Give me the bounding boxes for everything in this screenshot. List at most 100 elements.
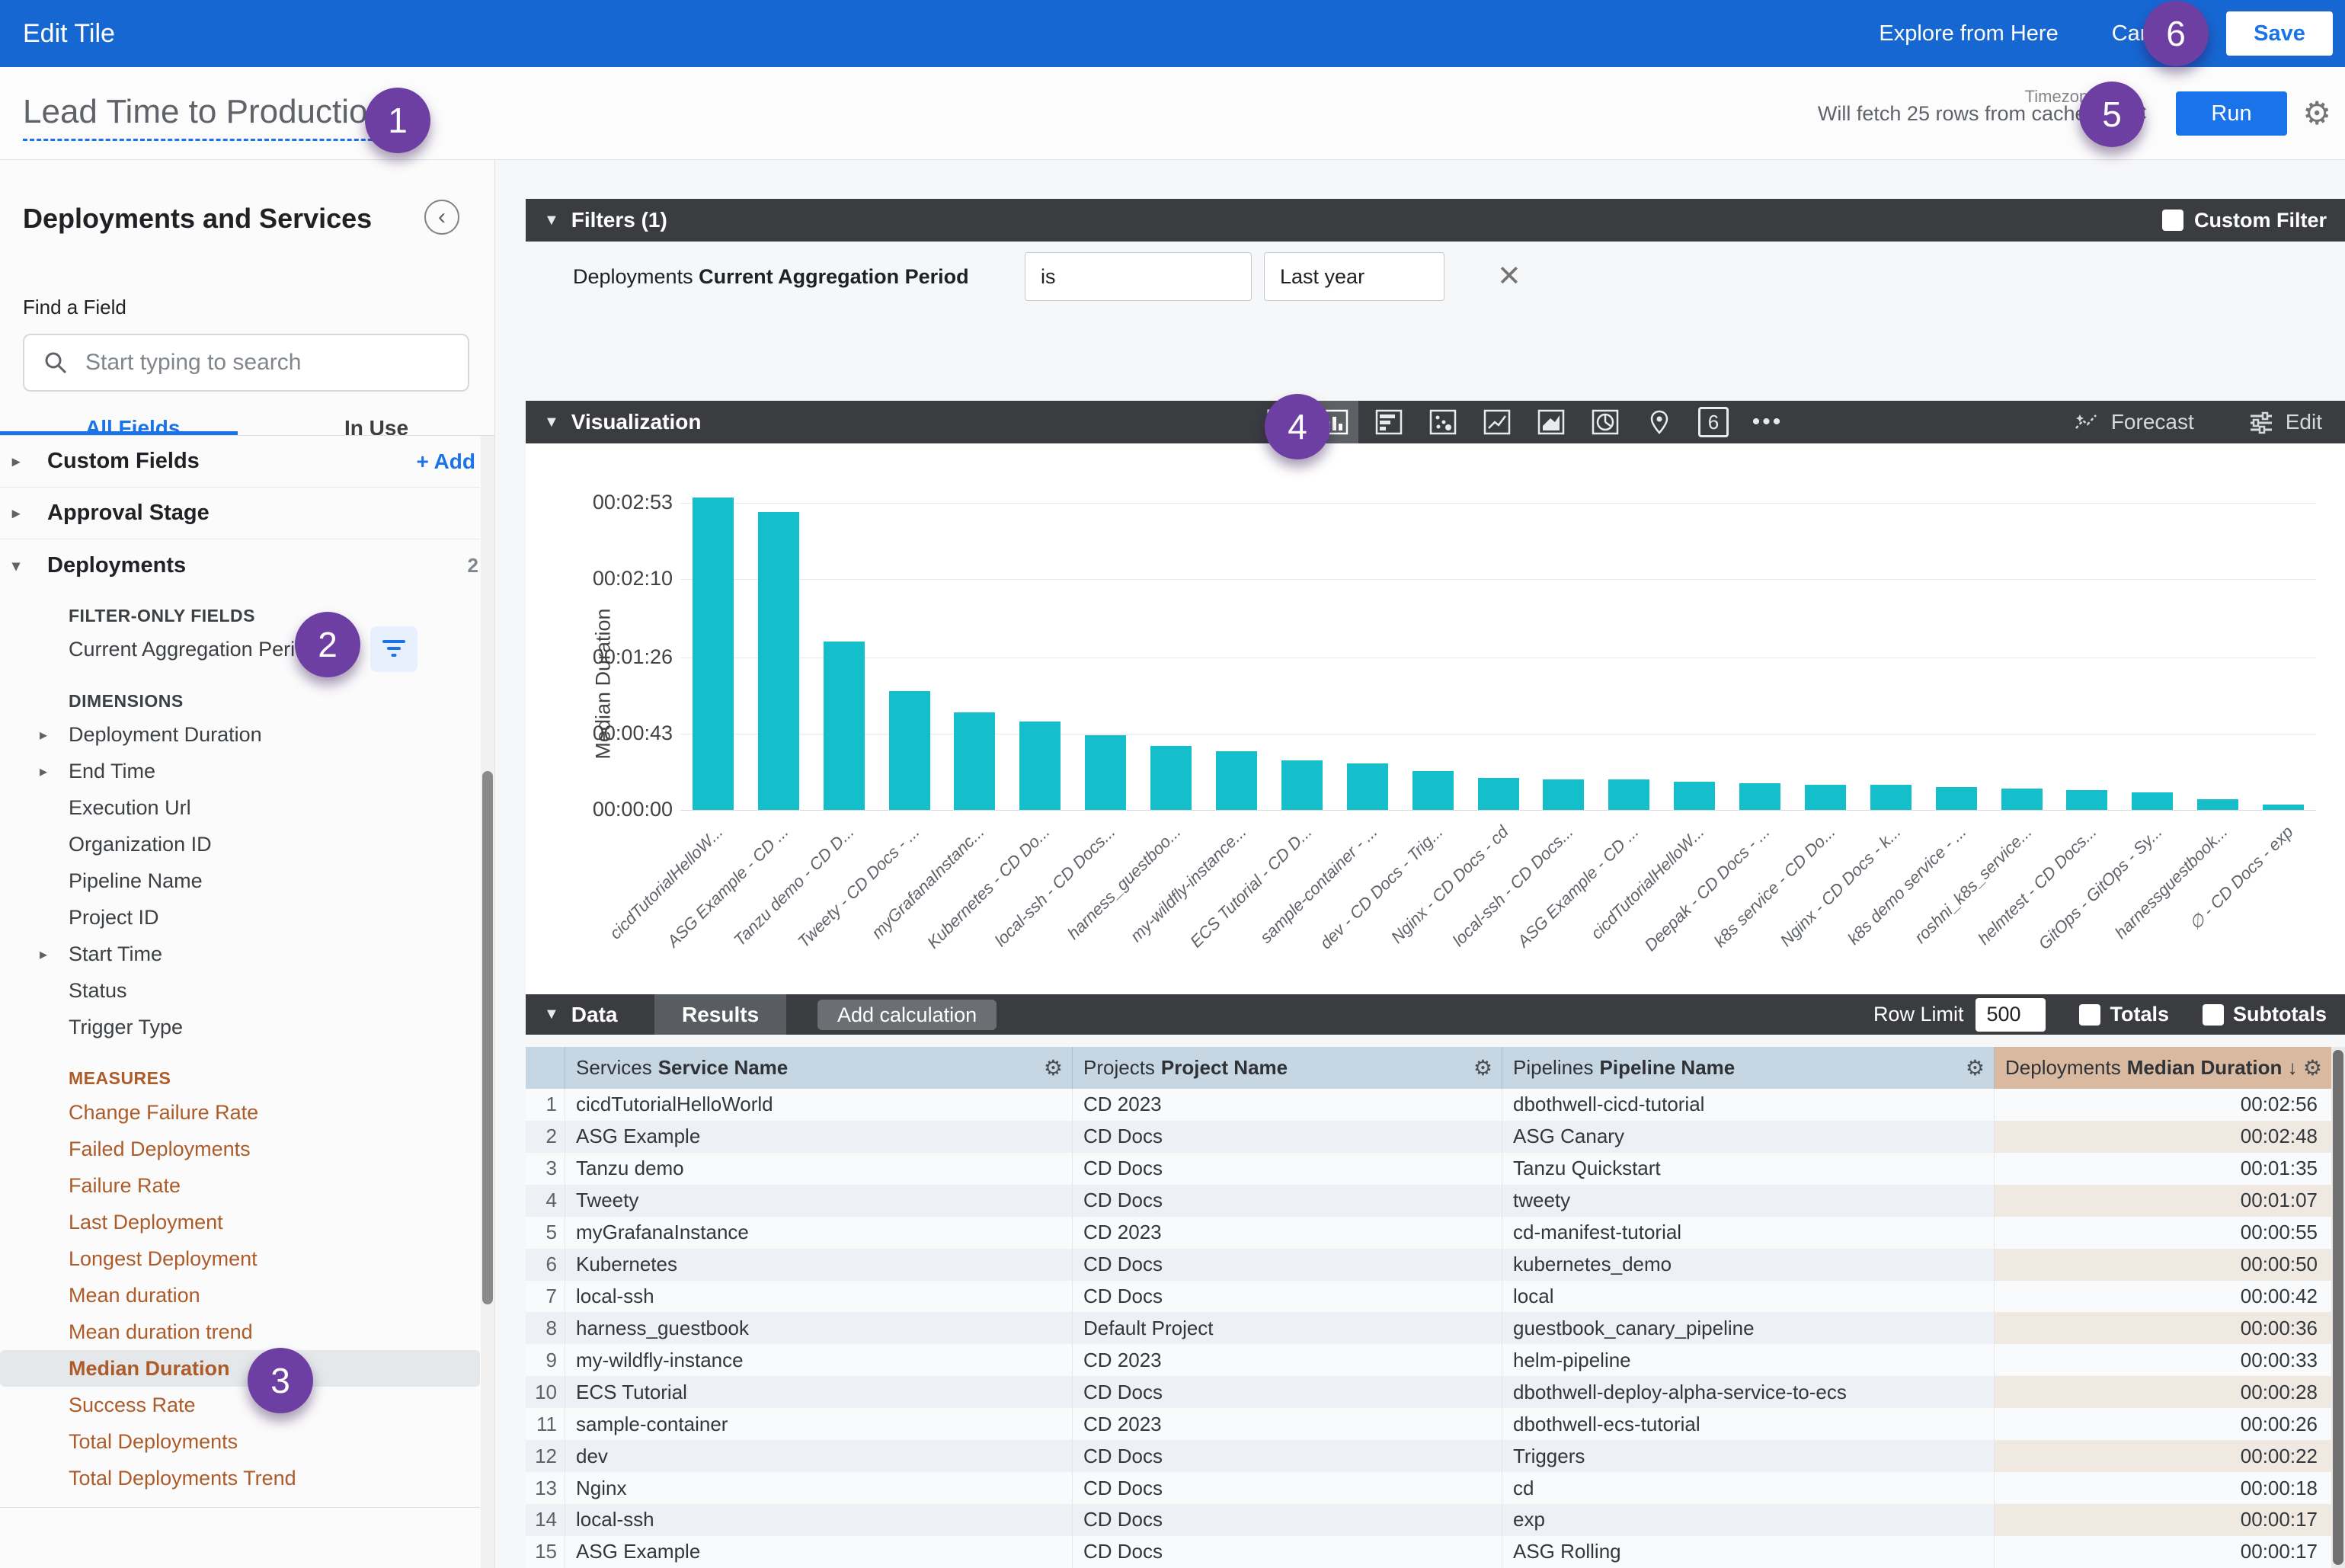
sidebar-field-trigger-type[interactable]: Trigger Type	[0, 1009, 480, 1045]
filter-operator-select[interactable]: is	[1025, 252, 1252, 301]
collapse-sidebar-icon[interactable]: ‹	[424, 200, 459, 235]
sidebar-field-deployment-duration[interactable]: ▸Deployment Duration	[0, 716, 480, 753]
bar-ecs-tutorial-cd-d[interactable]	[1281, 760, 1323, 810]
collapse-filters-icon[interactable]: ▼	[544, 212, 559, 229]
sidebar-field-last-deployment[interactable]: Last Deployment	[0, 1204, 480, 1240]
bar-local-ssh-cd-docs[interactable]	[1085, 735, 1126, 810]
sidebar-field-median-duration[interactable]: Median Duration	[0, 1350, 480, 1387]
bar-deepak-cd-docs[interactable]	[1739, 783, 1780, 810]
data-section-bar[interactable]: ▼ Data Results Add calculation Row Limit…	[526, 994, 2345, 1035]
subtotals-checkbox[interactable]	[2203, 1004, 2224, 1026]
sidebar-field-organization-id[interactable]: Organization ID	[0, 826, 480, 862]
sidebar-scrollbar-thumb[interactable]	[482, 771, 493, 1304]
sidebar-section-custom-fields[interactable]: ▸Custom Fields+ Add	[0, 436, 480, 488]
column-gear-icon[interactable]: ⚙	[2303, 1055, 2322, 1080]
add-custom-field-button[interactable]: + Add	[416, 450, 475, 474]
expand-caret-icon[interactable]: ▸	[40, 762, 47, 781]
table-row[interactable]: 7local-sshCD Docslocal00:00:42	[526, 1281, 2331, 1313]
filters-section-bar[interactable]: ▼ Filters (1) Custom Filter	[526, 199, 2345, 242]
bar-dev-cd-docs-trig[interactable]	[1412, 771, 1454, 810]
bar-helmtest-cd-docs[interactable]	[2066, 790, 2107, 810]
table-row[interactable]: 13NginxCD Docscd00:00:18	[526, 1472, 2331, 1504]
sidebar-field-start-time[interactable]: ▸Start Time	[0, 936, 480, 972]
field-search-input[interactable]: Start typing to search	[23, 334, 469, 392]
bar-cd-docs-exp[interactable]	[2263, 805, 2304, 810]
line-chart-icon[interactable]	[1473, 401, 1521, 443]
table-row[interactable]: 3Tanzu demoCD DocsTanzu Quickstart00:01:…	[526, 1153, 2331, 1185]
table-row[interactable]: 2ASG ExampleCD DocsASG Canary00:02:48	[526, 1121, 2331, 1153]
custom-filter-checkbox[interactable]	[2162, 210, 2183, 231]
table-row[interactable]: 15ASG ExampleCD DocsASG Rolling00:00:17	[526, 1536, 2331, 1568]
bar-my-wildfly-instance[interactable]	[1216, 751, 1257, 810]
table-row[interactable]: 4TweetyCD Docstweety00:01:07	[526, 1185, 2331, 1217]
table-row[interactable]: 10ECS TutorialCD Docsdbothwell-deploy-al…	[526, 1376, 2331, 1408]
bar-harness-guestboo[interactable]	[1150, 746, 1192, 810]
visualization-section-bar[interactable]: ▼ Visualization 6 ••• Forecast Edit	[526, 401, 2345, 443]
bar-k8s-demo-service[interactable]	[1936, 787, 1977, 810]
table-scrollbar-thumb[interactable]	[2333, 1050, 2343, 1565]
more-viz-types-icon[interactable]: •••	[1744, 401, 1791, 443]
forecast-button[interactable]: Forecast	[2073, 410, 2194, 434]
table-row[interactable]: 11sample-containerCD 2023dbothwell-ecs-t…	[526, 1408, 2331, 1440]
column-header-pipeline-name[interactable]: PipelinesPipeline Name⚙	[1502, 1047, 1995, 1089]
bar-asg-example-cd[interactable]	[758, 512, 799, 810]
bar-k8s-service-cd-do[interactable]	[1805, 785, 1846, 810]
sidebar-field-end-time[interactable]: ▸End Time	[0, 753, 480, 789]
bar-cicdtutorialhellow[interactable]	[1674, 782, 1715, 810]
expand-caret-icon[interactable]: ▸	[12, 452, 20, 471]
add-calculation-button[interactable]: Add calculation	[817, 1000, 997, 1030]
bar-roshni-k8s-service[interactable]	[2001, 789, 2043, 810]
scatter-plot-icon[interactable]	[1419, 401, 1467, 443]
results-tab[interactable]: Results	[654, 994, 786, 1035]
map-pin-icon[interactable]	[1636, 401, 1683, 443]
explore-from-here-link[interactable]: Explore from Here	[1879, 21, 2058, 46]
sidebar-field-project-id[interactable]: Project ID	[0, 899, 480, 936]
remove-filter-icon[interactable]: ✕	[1497, 259, 1521, 293]
bar-tanzu-demo-cd-d[interactable]	[824, 642, 865, 810]
sidebar-field-longest-deployment[interactable]: Longest Deployment	[0, 1240, 480, 1277]
column-header-project-name[interactable]: ProjectsProject Name⚙	[1073, 1047, 1502, 1089]
bar-tweety-cd-docs[interactable]	[889, 691, 930, 810]
bar-nginx-cd-docs-k[interactable]	[1870, 785, 1912, 810]
sidebar-field-total-deployments[interactable]: Total Deployments	[0, 1423, 480, 1460]
sidebar-field-change-failure-rate[interactable]: Change Failure Rate	[0, 1094, 480, 1131]
bar-sample-container[interactable]	[1347, 763, 1388, 810]
expand-caret-icon[interactable]: ▾	[12, 556, 20, 575]
filter-value-input[interactable]: Last year	[1264, 252, 1444, 301]
sidebar-field-execution-url[interactable]: Execution Url	[0, 789, 480, 826]
sidebar-field-failed-deployments[interactable]: Failed Deployments	[0, 1131, 480, 1167]
filter-by-field-icon[interactable]	[370, 626, 417, 672]
area-chart-icon[interactable]	[1528, 401, 1575, 443]
sidebar-field-success-rate[interactable]: Success Rate	[0, 1387, 480, 1423]
sidebar-field-total-deployments-trend[interactable]: Total Deployments Trend	[0, 1460, 480, 1496]
table-row[interactable]: 5myGrafanaInstanceCD 2023cd-manifest-tut…	[526, 1217, 2331, 1249]
expand-caret-icon[interactable]: ▸	[12, 504, 20, 523]
sidebar-section-approval-stage[interactable]: ▸Approval Stage	[0, 488, 480, 539]
bar-kubernetes-cd-do[interactable]	[1019, 722, 1061, 810]
totals-toggle[interactable]: Totals	[2079, 1003, 2169, 1026]
expand-caret-icon[interactable]: ▸	[40, 945, 47, 964]
sidebar-field-mean-duration[interactable]: Mean duration	[0, 1277, 480, 1314]
table-scrollbar[interactable]	[2331, 1047, 2345, 1568]
tile-title-input[interactable]: Lead Time to Production	[23, 93, 386, 141]
table-row[interactable]: 12devCD DocsTriggers00:00:22	[526, 1440, 2331, 1472]
sidebar-scrollbar[interactable]	[481, 436, 494, 1568]
bar-cicdtutorialhellow[interactable]	[693, 498, 734, 810]
bar-local-ssh-cd-docs[interactable]	[1543, 779, 1584, 810]
collapse-visualization-icon[interactable]: ▼	[544, 414, 559, 431]
settings-gear-icon[interactable]: ⚙	[2302, 98, 2331, 130]
bar-nginx-cd-docs-cd[interactable]	[1478, 778, 1519, 810]
bar-harnessguestbook[interactable]	[2197, 799, 2238, 810]
sidebar-field-current-aggregation-period[interactable]: Current Aggregation Period	[0, 631, 480, 667]
sidebar-field-failure-rate[interactable]: Failure Rate	[0, 1167, 480, 1204]
bar-chart-icon[interactable]	[1365, 401, 1412, 443]
column-gear-icon[interactable]: ⚙	[1044, 1055, 1063, 1080]
table-row[interactable]: 8harness_guestbookDefault Projectguestbo…	[526, 1312, 2331, 1344]
row-limit-input[interactable]: 500	[1975, 998, 2046, 1032]
table-row[interactable]: 14local-sshCD Docsexp00:00:17	[526, 1504, 2331, 1536]
table-row[interactable]: 6KubernetesCD Docskubernetes_demo00:00:5…	[526, 1249, 2331, 1281]
expand-caret-icon[interactable]: ▸	[40, 725, 47, 744]
collapse-data-icon[interactable]: ▼	[544, 1006, 559, 1023]
bar-mygrafanainstanc[interactable]	[954, 712, 995, 810]
run-button[interactable]: Run	[2176, 91, 2287, 136]
